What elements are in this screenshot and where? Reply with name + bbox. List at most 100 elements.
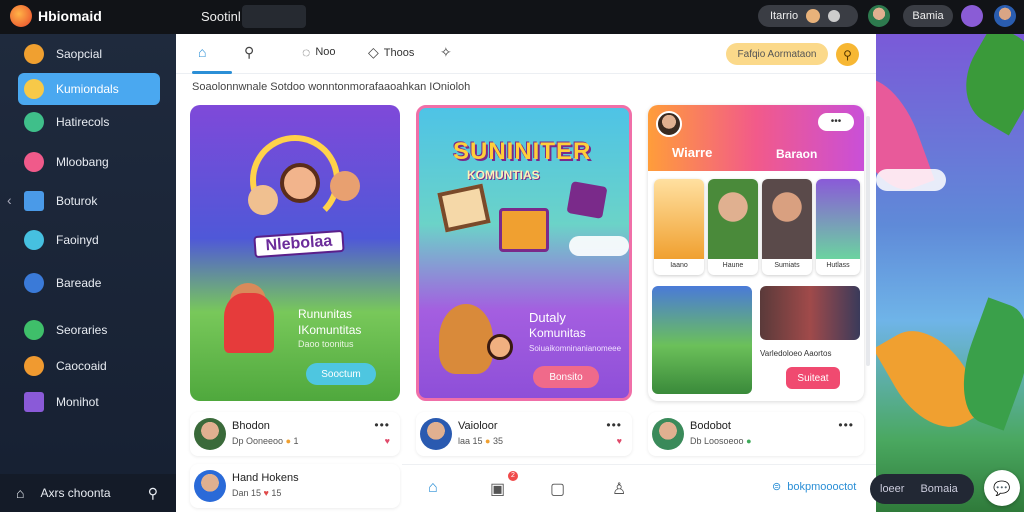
bear-illustration bbox=[439, 304, 493, 374]
avatar[interactable] bbox=[656, 111, 682, 137]
card-title: Nlebolaa bbox=[253, 229, 345, 259]
floating-action-button[interactable]: 💬 bbox=[984, 470, 1020, 506]
scrollbar[interactable] bbox=[866, 116, 870, 366]
chevron-left-icon[interactable]: ‹ bbox=[7, 192, 12, 208]
feed-name: Vaioloor bbox=[458, 420, 498, 432]
card-tag[interactable]: Baraon bbox=[776, 147, 817, 161]
sidebar-item-label: Saopcial bbox=[56, 47, 103, 61]
avatar[interactable] bbox=[194, 470, 226, 502]
avatar[interactable] bbox=[652, 418, 684, 450]
media-thumbnail[interactable]: Sumiats bbox=[762, 179, 812, 275]
tab-search[interactable]: ⚲ bbox=[244, 44, 254, 61]
media-photo[interactable] bbox=[760, 286, 860, 340]
card-line: IKomuntitas bbox=[298, 323, 362, 337]
leaf-icon bbox=[24, 320, 44, 340]
sidebar-item-2[interactable]: Hatirecols bbox=[18, 106, 160, 138]
feed-item[interactable]: Vaioloor laa 15 ● 35 ••• ♥ bbox=[416, 412, 632, 456]
sidebar-footer-label[interactable]: Axrs choonta bbox=[40, 486, 110, 500]
nav-link[interactable]: ⊜ bokpmoooctot bbox=[772, 480, 856, 494]
sidebar-item-label: Monihot bbox=[56, 395, 99, 409]
tab-explore[interactable]: ✧ bbox=[440, 44, 452, 61]
media-thumbnail[interactable]: Haune bbox=[708, 179, 758, 275]
tab-comments[interactable]: ◇ Thoos bbox=[368, 44, 414, 61]
message-icon[interactable]: ▢ bbox=[550, 479, 565, 499]
media-thumbnail[interactable]: Iaano bbox=[654, 179, 704, 275]
feed-meta: Dp Ooneeoo ● 1 bbox=[232, 436, 299, 446]
feed-meta-text: Db Loosoeoo bbox=[690, 436, 744, 446]
person-photo bbox=[762, 179, 812, 259]
heart-icon[interactable]: ♥ bbox=[617, 436, 622, 446]
top-bar: Hbiomaid Sootinl Itarrio Bamia bbox=[0, 0, 1024, 34]
sidebar-footer: ⌂ Axrs choonta ⚲ bbox=[0, 474, 176, 512]
feed-count: 1 bbox=[293, 436, 299, 446]
home-icon[interactable]: ⌂ bbox=[428, 479, 438, 497]
notification-avatar[interactable] bbox=[961, 5, 983, 27]
avatar[interactable] bbox=[194, 418, 226, 450]
sidebar-item-label: Kumiondals bbox=[56, 82, 119, 96]
sidebar-item-9[interactable]: Monihot bbox=[18, 386, 160, 418]
sidebar-item-5[interactable]: Faoinyd bbox=[18, 224, 160, 256]
creature-icon bbox=[24, 152, 44, 172]
search-icon[interactable]: ⚲ bbox=[148, 485, 158, 502]
inbox-icon[interactable]: ▣ bbox=[490, 479, 505, 499]
sidebar-item-4[interactable]: Boturok bbox=[18, 185, 160, 217]
search-input[interactable] bbox=[242, 5, 306, 28]
community-card-2[interactable]: SUNINITER KOMUNTIAS Dutaly Komunitas Soi… bbox=[416, 105, 632, 401]
app-logo[interactable]: Hbiomaid bbox=[10, 5, 102, 27]
card-tag[interactable]: Wiarre bbox=[672, 145, 712, 160]
sidebar-item-7[interactable]: Seoraries bbox=[18, 314, 160, 346]
profile-pill[interactable]: Itarrio bbox=[758, 5, 858, 27]
community-card-1[interactable]: Nlebolaa Rununitas IKomuntitas Daoo toon… bbox=[190, 105, 400, 401]
sidebar-item-label: Boturok bbox=[56, 194, 98, 208]
tab-home[interactable]: ⌂ bbox=[198, 44, 206, 60]
media-thumbnail[interactable]: Hutlass bbox=[816, 179, 860, 275]
sidebar-item-6[interactable]: Bareade bbox=[18, 267, 160, 299]
account-pill[interactable]: Bamia bbox=[903, 5, 953, 27]
announcement-label: Fafqio Aormataon bbox=[737, 48, 817, 60]
card-button[interactable]: Suiteat bbox=[786, 367, 840, 389]
sidebar-item-8[interactable]: Caocoaid bbox=[18, 350, 160, 382]
tab-bar: ⌂ ⚲ ◌ Noo ◇ Thoos ✧ Fafqio Aormataon ⚲ bbox=[176, 34, 876, 74]
feed-item[interactable]: Hand Hokens Dan 15 ♥ 15 bbox=[190, 464, 400, 508]
card-line: Rununitas bbox=[298, 307, 353, 321]
profile-avatar[interactable] bbox=[994, 5, 1016, 27]
more-icon[interactable]: ••• bbox=[838, 418, 854, 432]
thumbnail-caption: Iaano bbox=[670, 262, 688, 269]
tab-chat[interactable]: ◌ Noo bbox=[302, 44, 336, 60]
section-subheading: Soaolonnwnale Sotdoo wonntonmorafaaoahka… bbox=[192, 81, 471, 93]
character-illustration bbox=[248, 185, 278, 215]
search-icon: ⚲ bbox=[843, 47, 852, 62]
box-illustration bbox=[499, 208, 549, 252]
sidebar-item-3[interactable]: Mloobang bbox=[18, 146, 160, 178]
feed-meta-text: Dp Ooneeoo bbox=[232, 436, 284, 446]
profile-icon[interactable]: ♙ bbox=[612, 479, 626, 499]
card-button[interactable]: Sooctum bbox=[306, 363, 376, 385]
feed-item[interactable]: Bhodon Dp Ooneeoo ● 1 ••• ♥ bbox=[190, 412, 400, 456]
sidebar-item-1[interactable]: Kumiondals bbox=[18, 73, 160, 105]
avatar[interactable] bbox=[420, 418, 452, 450]
more-icon[interactable]: ••• bbox=[374, 418, 390, 432]
user-avatar[interactable] bbox=[868, 5, 890, 27]
search-icon: ⚲ bbox=[244, 44, 255, 60]
feed-name: Hand Hokens bbox=[232, 472, 299, 484]
sidebar-item-0[interactable]: Saopcial bbox=[18, 38, 160, 70]
community-card-3[interactable]: ••• Wiarre Baraon Iaano Haune Sumiats Hu… bbox=[648, 105, 864, 401]
search-button[interactable]: ⚲ bbox=[836, 43, 859, 66]
sidebar-item-label: Seoraries bbox=[56, 323, 108, 337]
announcement-pill[interactable]: Fafqio Aormataon bbox=[726, 43, 828, 65]
sidebar: ‹ Saopcial Kumiondals Hatirecols Mlooban… bbox=[0, 34, 176, 512]
leaf-illustration bbox=[948, 34, 1024, 136]
bottom-pill[interactable]: loeer Bomaia bbox=[870, 474, 974, 504]
cloud-illustration bbox=[876, 169, 946, 191]
card-button[interactable]: Bonsito bbox=[533, 366, 599, 388]
camera-icon[interactable]: ⌂ bbox=[16, 485, 24, 501]
heart-icon[interactable]: ♥ bbox=[385, 436, 390, 446]
heart-icon: ♥ bbox=[263, 488, 269, 498]
media-photo[interactable] bbox=[652, 286, 752, 394]
feed-item[interactable]: Bodobot Db Loosoeoo ● ••• bbox=[648, 412, 864, 456]
feed-name: Bhodon bbox=[232, 420, 270, 432]
pill-label: loeer bbox=[880, 483, 905, 495]
pill-label: Bomaia bbox=[920, 483, 958, 495]
more-icon[interactable]: ••• bbox=[606, 418, 622, 432]
more-pill[interactable]: ••• bbox=[818, 113, 854, 131]
